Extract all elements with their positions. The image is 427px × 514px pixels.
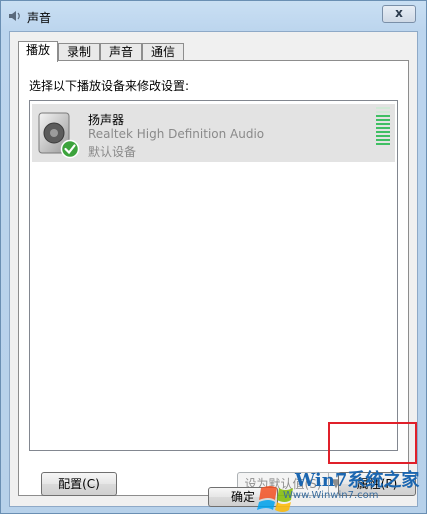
meter-segment (376, 143, 390, 145)
speaker-icon (38, 112, 80, 159)
meter-segment (376, 115, 390, 117)
meter-segment (376, 139, 390, 141)
sound-dialog: 声音 x 播放 录制 声音 通信 选择以下播放设备来修改设置: 扬声器 Real… (0, 0, 427, 514)
meter-segment (376, 123, 390, 125)
meter-segment (376, 119, 390, 121)
meter-segment (376, 107, 390, 109)
configure-button[interactable]: 配置(C) (41, 472, 117, 496)
title-bar[interactable]: 声音 x (1, 1, 426, 31)
device-name: 扬声器 (88, 113, 125, 127)
speaker-title-icon (9, 11, 20, 21)
tab-sounds[interactable]: 声音 (100, 43, 142, 61)
watermark-site: Win7系统之家 (294, 469, 420, 491)
meter-segment (376, 135, 390, 137)
highlight-annotation (328, 422, 417, 464)
meter-segment (376, 131, 390, 133)
watermark-url: Www.Winwin7.com (283, 490, 379, 501)
tab-playback[interactable]: 播放 (18, 41, 58, 62)
device-item-speakers[interactable]: 扬声器 Realtek High Definition Audio 默认设备 (32, 104, 395, 162)
close-button[interactable]: x (382, 5, 416, 23)
tab-communications[interactable]: 通信 (142, 43, 184, 61)
meter-segment (376, 111, 390, 113)
instruction-text: 选择以下播放设备来修改设置: (29, 79, 190, 93)
volume-level-meter (376, 107, 390, 147)
windows-logo-watermark: Win7系统之家 (257, 469, 420, 512)
meter-segment (376, 127, 390, 129)
tab-recording[interactable]: 录制 (58, 43, 100, 61)
device-description: Realtek High Definition Audio (88, 127, 265, 141)
window-title: 声音 (27, 11, 52, 25)
green-check-icon (60, 139, 80, 159)
device-status: 默认设备 (88, 145, 137, 159)
device-list[interactable]: 扬声器 Realtek High Definition Audio 默认设备 (29, 100, 398, 451)
